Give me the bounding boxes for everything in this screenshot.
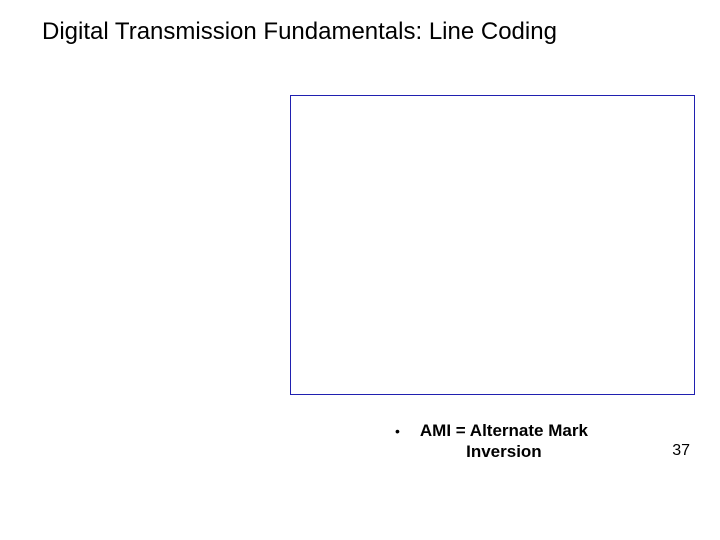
slide-title: Digital Transmission Fundamentals: Line … [42, 18, 557, 46]
diagram-placeholder-box [290, 95, 695, 395]
bullet-text: AMI = Alternate Mark Inversion [420, 420, 588, 463]
bullet-item: • AMI = Alternate Mark Inversion [395, 420, 645, 463]
bullet-line-2: Inversion [466, 442, 542, 461]
bullet-marker: • [395, 420, 420, 440]
page-number: 37 [672, 442, 690, 460]
bullet-line-1: AMI = Alternate Mark [420, 421, 588, 440]
